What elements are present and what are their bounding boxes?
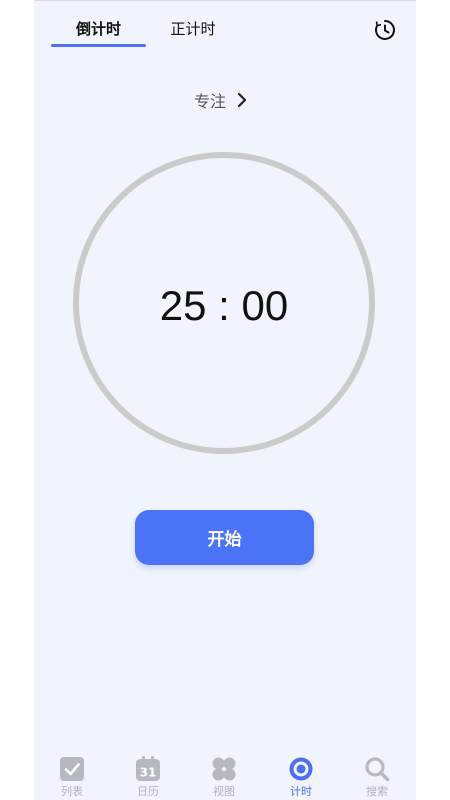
history-clock-button[interactable] [374, 19, 396, 41]
nav-label-view: 视图 [213, 785, 235, 798]
clock-icon [375, 20, 395, 40]
app-screen: 倒计时 正计时 专注 25 : 00 开始 列表 31 日历 视图 计时 搜索 [34, 0, 416, 800]
timer-icon [289, 757, 313, 781]
nav-label-timer: 计时 [290, 785, 312, 798]
focus-selector[interactable]: 专注 [194, 88, 248, 112]
chevron-right-icon [237, 92, 247, 108]
nav-item-search[interactable]: 搜索 [347, 756, 407, 800]
timer-display: 25 : 00 [159, 282, 289, 329]
search-icon [365, 757, 390, 782]
nav-item-calendar[interactable]: 31 日历 [118, 756, 178, 800]
calendar-icon: 31 [136, 756, 160, 781]
start-button[interactable]: 开始 [135, 510, 314, 565]
nav-item-timer[interactable]: 计时 [271, 756, 331, 800]
nav-item-view[interactable]: 视图 [194, 756, 254, 800]
tab-countup[interactable]: 正计时 [152, 18, 234, 44]
focus-label: 专注 [194, 92, 227, 111]
checkbox-icon [60, 757, 84, 781]
nav-label-search: 搜索 [366, 785, 388, 798]
nav-item-list[interactable]: 列表 [42, 756, 102, 800]
nav-label-calendar: 日历 [137, 785, 159, 798]
active-tab-indicator [51, 44, 146, 47]
calendar-badge: 31 [140, 766, 157, 780]
bottom-navigation: 列表 31 日历 视图 计时 搜索 [34, 750, 416, 800]
top-divider [34, 0, 416, 1]
nav-label-list: 列表 [61, 785, 83, 798]
tab-countdown[interactable]: 倒计时 [51, 18, 146, 44]
grid-view-icon [212, 757, 236, 781]
